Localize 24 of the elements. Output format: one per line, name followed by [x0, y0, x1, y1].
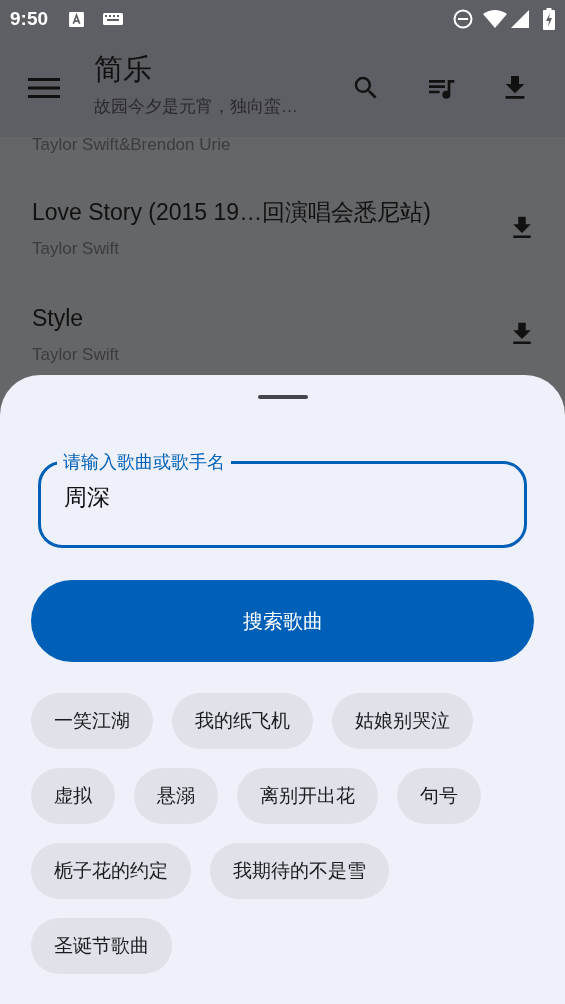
drag-handle[interactable]: [257, 395, 308, 399]
suggestion-chip[interactable]: 悬溺: [134, 768, 218, 824]
do-not-disturb-icon: [453, 9, 473, 29]
keyboard-letter-icon: [68, 10, 86, 28]
suggestion-chip[interactable]: 我的纸飞机: [172, 693, 313, 749]
keyboard-icon: [103, 13, 124, 25]
signal-icon: [511, 10, 529, 28]
wifi-icon: [483, 10, 507, 28]
suggestion-chip[interactable]: 姑娘别哭泣: [332, 693, 473, 749]
suggestion-chip[interactable]: 我期待的不是雪: [210, 843, 389, 899]
field-label: 请输入歌曲或歌手名: [62, 451, 226, 474]
suggestion-chip[interactable]: 一笑江湖: [31, 693, 153, 749]
suggestion-chip[interactable]: 句号: [397, 768, 481, 824]
suggestion-chip[interactable]: 栀子花的约定: [31, 843, 191, 899]
battery-charging-icon: [543, 8, 555, 30]
search-input-field[interactable]: 请输入歌曲或歌手名 周深: [38, 450, 527, 548]
suggestion-chip[interactable]: 虚拟: [31, 768, 115, 824]
app-title: 简乐: [94, 51, 153, 87]
suggestion-chip[interactable]: 圣诞节歌曲: [31, 918, 172, 974]
search-button[interactable]: 搜索歌曲: [31, 580, 534, 662]
app-subtitle: 故园今夕是元宵，独向蛮…: [94, 95, 298, 118]
suggestion-chip[interactable]: 离别开出花: [237, 768, 378, 824]
menu-icon[interactable]: [28, 76, 60, 99]
status-time: 9:50: [10, 6, 49, 31]
